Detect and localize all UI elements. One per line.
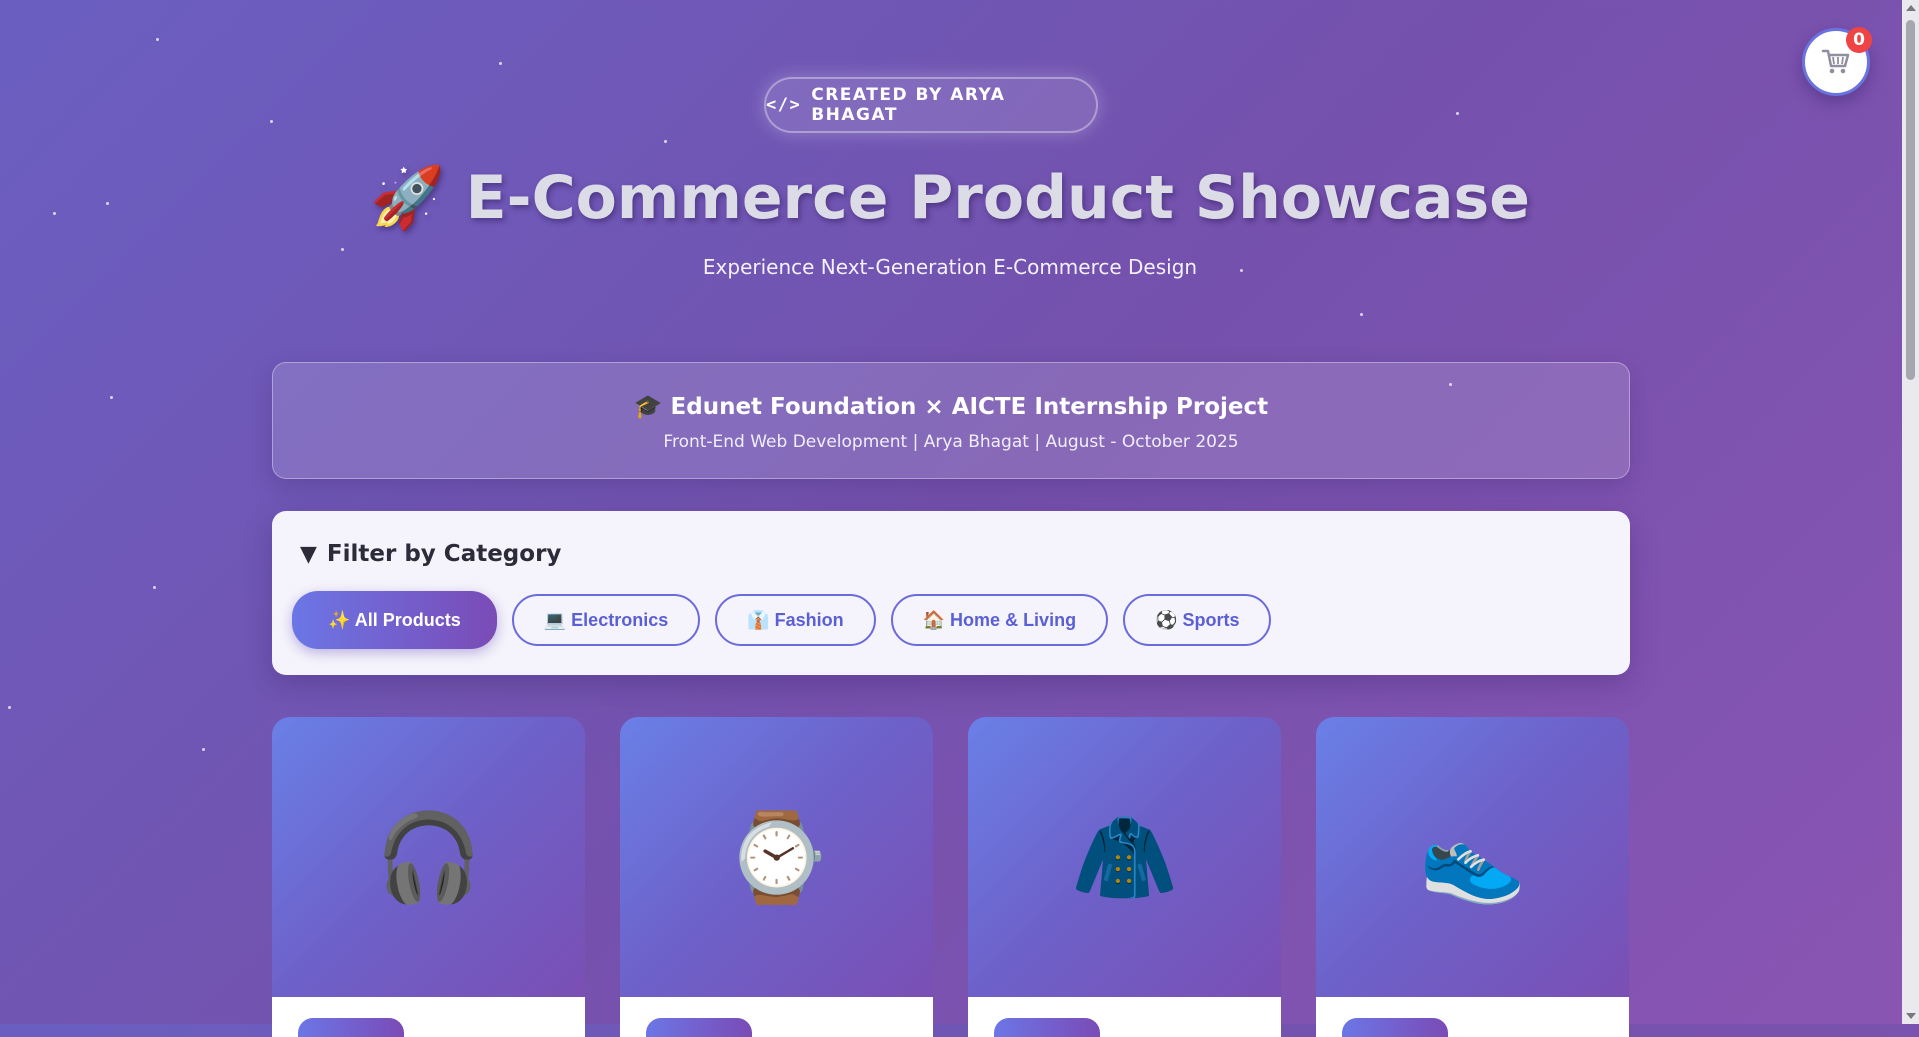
code-icon: </> [766,95,802,115]
filter-heading-label: Filter by Category [326,541,562,567]
product-card[interactable]: 🎧 [272,717,585,1037]
page-title: 🚀 E-Commerce Product Showcase [370,163,1530,233]
product-category-badge [298,1018,404,1037]
filter-heading: ▼ Filter by Category [300,541,561,567]
product-category-badge [1342,1018,1448,1037]
product-category-badge [994,1018,1100,1037]
scroll-thumb[interactable] [1906,20,1915,380]
sneaker-icon: 👟 [1418,807,1527,908]
page-scrollbar[interactable] [1902,0,1919,1024]
creator-label: CREATED BY ARYA BHAGAT [811,85,1006,125]
coat-icon: 🧥 [1070,807,1179,908]
category-all-products-button[interactable]: ✨ All Products [292,591,497,649]
internship-card: 🎓 Edunet Foundation × AICTE Internship P… [272,362,1630,479]
cart-count-badge: 0 [1846,27,1872,53]
cart-icon [1821,49,1850,74]
internship-meta: Front-End Web Development | Arya Bhagat … [663,432,1239,452]
category-electronics-button[interactable]: 💻 Electronics [511,594,701,646]
category-home-living-button[interactable]: 🏠 Home & Living [890,594,1109,646]
category-fashion-button[interactable]: 👔 Fashion [715,594,876,646]
product-card[interactable]: 🧥 [968,717,1281,1037]
product-grid: 🎧 ⌚ 🧥 👟 [272,717,1630,1037]
internship-title: 🎓 Edunet Foundation × AICTE Internship P… [633,394,1269,420]
headphones-icon: 🎧 [374,807,483,908]
page: </> CREATED BY ARYA BHAGAT 🚀 E-Commerce … [0,0,1900,1037]
scroll-up-icon[interactable] [1906,5,1916,11]
category-chips: ✨ All Products 💻 Electronics 👔 Fashion 🏠… [292,591,1272,649]
category-sports-button[interactable]: ⚽ Sports [1123,594,1272,646]
page-subtitle: Experience Next-Generation E-Commerce De… [702,255,1198,279]
product-card[interactable]: 👟 [1316,717,1629,1037]
funnel-icon: ▼ [300,541,317,567]
creator-badge: </> CREATED BY ARYA BHAGAT [764,77,1098,133]
scroll-down-icon[interactable] [1906,1013,1916,1019]
category-filter-panel: ▼ Filter by Category ✨ All Products 💻 El… [272,511,1630,675]
watch-icon: ⌚ [722,807,831,908]
product-card[interactable]: ⌚ [620,717,933,1037]
product-category-badge [646,1018,752,1037]
